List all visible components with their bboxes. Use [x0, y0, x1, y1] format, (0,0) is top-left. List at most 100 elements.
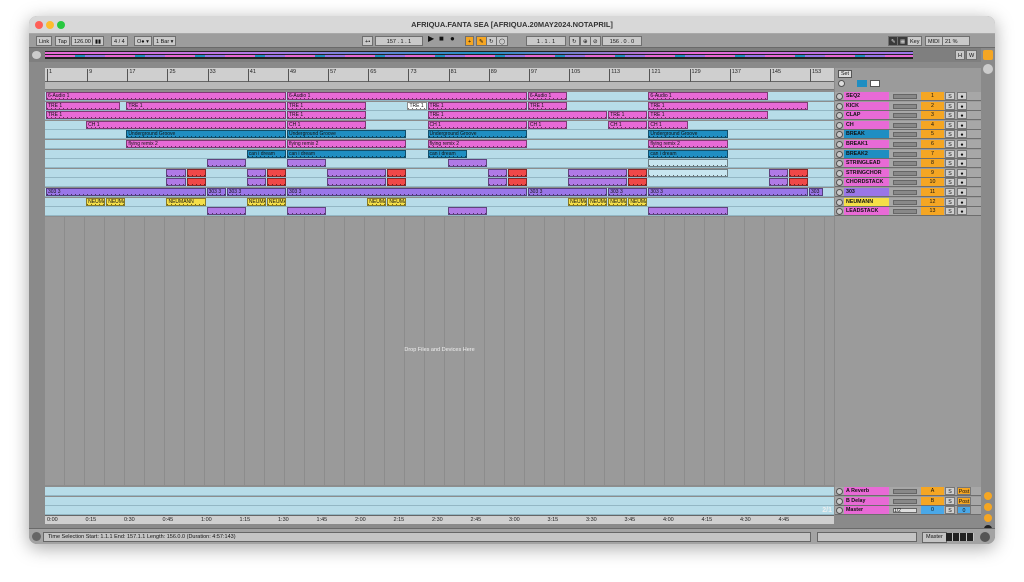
track-volume-slider[interactable]	[893, 151, 917, 157]
clip[interactable]	[568, 178, 628, 187]
clip[interactable]: TRE 1	[286, 111, 367, 120]
clip[interactable]: can i dream	[246, 149, 286, 158]
track-name[interactable]: BREAK	[844, 130, 889, 139]
drop-area[interactable]: Drop Files and Devices Here	[45, 217, 834, 485]
return-name[interactable]: Master	[844, 506, 889, 515]
track-name[interactable]: STRINGCHOR	[844, 168, 889, 177]
arm-button[interactable]: ●	[957, 168, 967, 177]
clip[interactable]: 303	[809, 188, 824, 196]
device-view-icon[interactable]	[984, 503, 992, 511]
clip[interactable]: 6-Audio 1	[286, 92, 527, 100]
overdub-icon[interactable]: +	[465, 36, 475, 46]
solo-button[interactable]: S	[945, 197, 955, 206]
clip[interactable]	[206, 207, 246, 216]
track-activator[interactable]: 12	[921, 197, 944, 206]
loop-switch-icon[interactable]: ↻	[569, 36, 580, 46]
return-volume-slider[interactable]	[893, 498, 917, 504]
master-track-label[interactable]: Master	[922, 532, 947, 543]
track-name[interactable]: CLAP	[844, 111, 889, 120]
clip[interactable]: NEUMA	[608, 197, 628, 206]
overview-strip[interactable]	[45, 51, 913, 59]
track-lane[interactable]: CH 1 CH 1 CH 1 CH 1 CH 1 CH 1	[45, 120, 834, 130]
clip[interactable]: flying remix 2	[286, 140, 407, 148]
clip[interactable]	[507, 168, 527, 177]
track-header[interactable]: CLAP 3 S ●	[835, 111, 981, 121]
clip[interactable]	[447, 159, 487, 168]
track-activator[interactable]: 3	[921, 111, 944, 120]
clip[interactable]: 303 3	[527, 188, 608, 196]
return-activator[interactable]: A	[921, 487, 944, 495]
track-lane[interactable]: 303 3 303 3 303 3 303 3 303 3 303 3 303 3 303	[45, 188, 834, 197]
solo-button[interactable]: S	[945, 101, 955, 110]
song-position-field[interactable]: 157 . 1 . 1	[375, 36, 423, 46]
clip[interactable]: 6-Audio 1	[648, 92, 768, 100]
track-activator[interactable]: 8	[921, 159, 944, 168]
time-signature-field[interactable]: 4 / 4	[111, 36, 128, 46]
track-name[interactable]: 303	[844, 188, 889, 196]
clip[interactable]	[186, 178, 206, 187]
clip[interactable]	[628, 178, 648, 187]
clip[interactable]: NEUMA	[86, 197, 106, 206]
track-activator[interactable]: 9	[921, 168, 944, 177]
loop-start-field[interactable]: 1 . 1 . 1	[526, 36, 566, 46]
set-button[interactable]: Set	[838, 70, 852, 78]
return-lane[interactable]	[45, 496, 834, 506]
clip[interactable]	[266, 178, 286, 187]
clip[interactable]: NEUMA	[367, 197, 387, 206]
clip[interactable]: NEUMA	[266, 197, 286, 206]
solo-button[interactable]: S	[945, 120, 955, 129]
solo-button[interactable]: S	[945, 487, 955, 495]
clip[interactable]: TRE 1	[527, 101, 568, 110]
clip[interactable]	[568, 168, 628, 177]
solo-button[interactable]: S	[945, 178, 955, 187]
track-volume-slider[interactable]	[893, 161, 917, 167]
clip[interactable]: CH 1	[608, 120, 648, 129]
w-button[interactable]: W	[966, 50, 978, 60]
return-volume-slider[interactable]	[893, 489, 917, 494]
solo-button[interactable]: S	[945, 140, 955, 148]
clip[interactable]: CH 1	[427, 120, 527, 129]
midi-map-button[interactable]: MIDI	[925, 36, 943, 46]
clip[interactable]: NEUMA	[628, 197, 648, 206]
track-header[interactable]: KICK 2 S ●	[835, 101, 981, 111]
arm-button[interactable]: ●	[957, 111, 967, 120]
clip[interactable]	[648, 159, 728, 168]
clip[interactable]: 303 3	[648, 188, 809, 196]
fold-toggle-icon[interactable]	[870, 80, 880, 87]
track-volume-slider[interactable]	[893, 209, 917, 215]
track-name[interactable]: CH	[844, 120, 889, 129]
return-lanes[interactable]	[45, 487, 834, 515]
track-lane[interactable]	[45, 159, 834, 169]
solo-button[interactable]: S	[945, 159, 955, 168]
clip[interactable]: 303 3	[226, 188, 286, 196]
track-lane[interactable]: Underground Groove Underground Groove Unde…	[45, 130, 834, 140]
detail-toggle-icon[interactable]	[980, 532, 990, 542]
track-fold-icon[interactable]	[836, 208, 843, 216]
return-activator[interactable]: 0	[921, 506, 944, 515]
track-volume-slider[interactable]	[893, 199, 917, 205]
track-header[interactable]: BREAK2 7 S ●	[835, 149, 981, 159]
track-activator[interactable]: 11	[921, 188, 944, 196]
clip[interactable]: 303 3	[46, 188, 206, 196]
metronome-button[interactable]: O● ▾	[134, 36, 152, 46]
track-header[interactable]: CHORDSTACK 10 S ●	[835, 178, 981, 188]
track-header[interactable]: CH 4 S ●	[835, 120, 981, 130]
clip[interactable]	[768, 178, 788, 187]
track-fold-icon[interactable]	[836, 488, 843, 495]
clip[interactable]: NEUMA	[106, 197, 126, 206]
arm-button[interactable]: ●	[957, 92, 967, 100]
clip[interactable]	[487, 168, 507, 177]
track-fold-icon[interactable]	[836, 93, 843, 100]
time-ruler[interactable]: 2/1 0:00 0:15 0:30 0:45 1:00 1:15 1:30 1:45 2:00…	[45, 507, 834, 524]
clip[interactable]: TRE 1	[427, 111, 608, 120]
selector-field[interactable]	[817, 532, 917, 542]
clip[interactable]: TRE 1	[608, 111, 648, 120]
clip[interactable]	[246, 168, 266, 177]
view-switcher[interactable]	[946, 533, 974, 541]
track-header[interactable]: SEQ2 1 S ●	[835, 92, 981, 101]
clip[interactable]: flying remix 2	[648, 140, 728, 148]
arm-button[interactable]: ●	[957, 101, 967, 110]
return-header[interactable]: Master 1/2 0 S 0	[835, 506, 981, 516]
browser-toggle-icon[interactable]	[983, 64, 993, 74]
track-lanes[interactable]: 6-Audio 1 6-Audio 1 6-Audio 1 6-Audio 1 TRE …	[45, 92, 834, 217]
